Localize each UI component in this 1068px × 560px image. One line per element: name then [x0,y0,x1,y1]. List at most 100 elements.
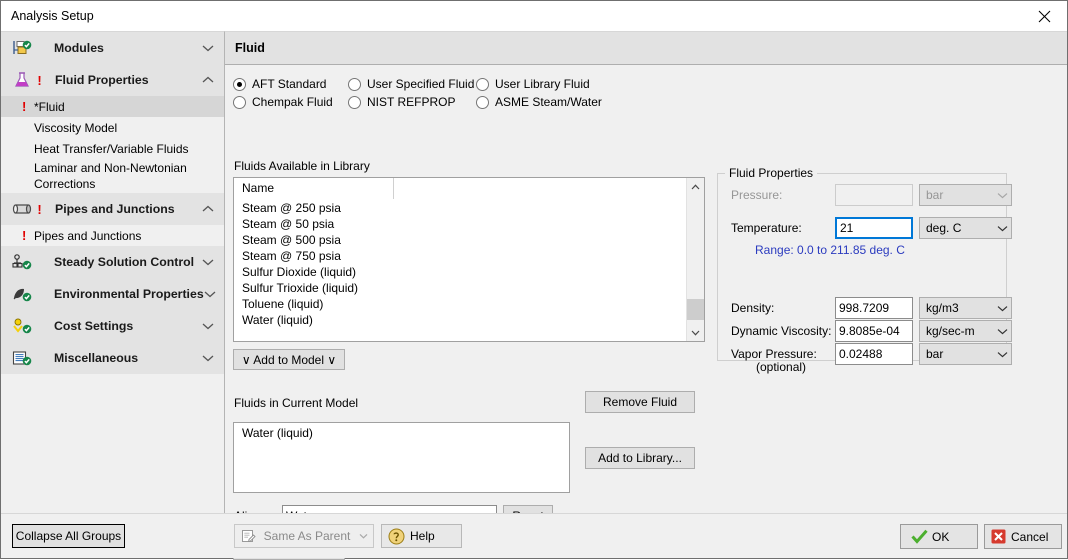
temperature-input[interactable]: 21 [835,217,913,239]
same-as-parent-value: Same As Parent [263,529,351,543]
list-item[interactable]: Steam @ 250 psia [234,200,686,216]
sidebar-group-miscellaneous[interactable]: Miscellaneous [1,342,224,374]
vapor-pressure-input[interactable]: 0.02488 [835,343,913,365]
radio-circle [476,95,489,109]
help-button[interactable]: Help [381,524,462,548]
sidebar-item-fluid[interactable]: ! *Fluid [1,96,224,117]
radio-label: User Specified Fluid [367,77,475,91]
dialog-body: Modules ! Fluid Properties ! *Fluid Visc… [1,31,1067,560]
chevron-down-icon[interactable] [202,258,216,266]
sidebar-item-heat-transfer[interactable]: Heat Transfer/Variable Fluids [1,138,224,159]
fluids-list-rows: Steam @ 250 psia Steam @ 50 psia Steam @… [234,200,686,328]
help-icon [382,528,410,545]
sidebar-group-steady-solution-control[interactable]: Steady Solution Control [1,246,224,278]
list-item[interactable]: Toluene (liquid) [234,296,686,312]
chevron-down-icon[interactable] [993,351,1011,358]
dynamic-viscosity-row: Dynamic Viscosity: 9.8085e-04 kg/sec-m [731,320,1012,342]
radio-asme-steam-water[interactable]: ASME Steam/Water [476,95,602,109]
edit-note-icon [235,529,261,544]
panel-title: Fluid [235,41,265,55]
sidebar-group-modules[interactable]: Modules [1,32,224,64]
chevron-down-icon[interactable] [993,328,1011,335]
fluids-in-current-model-list[interactable]: Water (liquid) [233,422,570,493]
fluids-list-inner: Name Steam @ 250 psia Steam @ 50 psia St… [234,178,686,341]
list-item[interactable]: Sulfur Dioxide (liquid) [234,264,686,280]
leaf-icon [11,284,33,304]
radio-label: NIST REFPROP [367,95,456,109]
add-to-model-button[interactable]: ∨ Add to Model ∨ [233,349,345,370]
add-to-library-button[interactable]: Add to Library... [585,447,695,469]
same-as-parent-select[interactable]: Same As Parent [234,524,374,548]
solution-control-icon [11,252,33,272]
cancel-label: Cancel [1011,529,1049,544]
chevron-down-icon[interactable] [353,533,373,539]
list-item[interactable]: Water (liquid) [234,312,686,328]
chevron-down-icon[interactable] [993,305,1011,312]
ok-button[interactable]: OK [900,524,978,549]
sidebar-item-laminar-corrections[interactable]: Laminar and Non-Newtonian Corrections [1,159,224,193]
fluids-available-list[interactable]: Name Steam @ 250 psia Steam @ 50 psia St… [233,177,705,342]
analysis-setup-dialog: Analysis Setup Modules ! Fluid Propertie… [0,0,1068,560]
list-item[interactable]: Steam @ 750 psia [234,248,686,264]
list-item[interactable]: Sulfur Trioxide (liquid) [234,280,686,296]
radio-circle [348,77,361,91]
temperature-unit-value: deg. C [926,221,962,235]
sidebar-group-label: Pipes and Junctions [55,202,175,216]
temperature-range-text: Range: 0.0 to 211.85 deg. C [755,243,905,257]
dynamic-viscosity-unit-select[interactable]: kg/sec-m [919,320,1012,342]
sidebar-item-label: Laminar and Non-Newtonian Corrections [34,161,187,191]
radio-nist-refprop[interactable]: NIST REFPROP [348,95,476,109]
cost-icon [11,316,33,336]
chevron-up-icon[interactable] [202,76,216,84]
sidebar-group-label: Environmental Properties [54,287,204,301]
temperature-unit-select[interactable]: deg. C [919,217,1012,239]
scrollbar-thumb[interactable] [687,299,704,320]
sidebar-item-pipes-and-junctions[interactable]: ! Pipes and Junctions [1,225,224,246]
radio-user-specified-fluid[interactable]: User Specified Fluid [348,77,476,91]
radio-chempak-fluid[interactable]: Chempak Fluid [233,95,348,109]
pressure-unit-select: bar [919,184,1012,206]
list-scrollbar[interactable] [686,178,704,341]
sidebar-empty-space [1,374,224,513]
sidebar-group-pipes-and-junctions[interactable]: ! Pipes and Junctions [1,193,224,225]
chevron-down-icon[interactable] [204,290,216,298]
warning-icon: ! [22,99,27,114]
radio-user-library-fluid[interactable]: User Library Fluid [476,77,590,91]
sidebar-item-label: Heat Transfer/Variable Fluids [34,141,189,156]
density-unit-select[interactable]: kg/m3 [919,297,1012,319]
list-item[interactable]: Steam @ 500 psia [234,232,686,248]
collapse-all-groups-button[interactable]: Collapse All Groups [12,524,125,548]
dynamic-viscosity-input[interactable]: 9.8085e-04 [835,320,913,342]
dynamic-viscosity-unit-value: kg/sec-m [926,324,975,338]
sidebar-item-viscosity-model[interactable]: Viscosity Model [1,117,224,138]
density-input[interactable]: 998.7209 [835,297,913,319]
temperature-row: Temperature: 21 deg. C [731,217,1012,239]
close-icon[interactable] [1021,1,1067,31]
scroll-up-icon[interactable] [687,178,704,195]
vapor-pressure-unit-select[interactable]: bar [919,343,1012,365]
scroll-down-icon[interactable] [687,324,704,341]
panel-header: Fluid [225,32,1067,65]
remove-fluid-button[interactable]: Remove Fluid [585,391,695,413]
sidebar-group-environmental-properties[interactable]: Environmental Properties [1,278,224,310]
list-item[interactable]: Water (liquid) [234,423,569,442]
radio-label: Chempak Fluid [252,95,333,109]
warning-icon: ! [37,201,42,217]
column-header-name: Name [234,178,394,199]
cancel-button[interactable]: Cancel [984,524,1062,549]
library-label: Fluids Available in Library [234,159,370,173]
list-item[interactable]: Steam @ 50 psia [234,216,686,232]
radio-circle [233,77,246,91]
density-row: Density: 998.7209 kg/m3 [731,297,1012,319]
cancel-x-icon [985,529,1011,544]
chevron-down-icon[interactable] [202,44,216,52]
chevron-up-icon[interactable] [202,205,216,213]
sidebar-group-fluid-properties[interactable]: ! Fluid Properties [1,64,224,96]
panel-body: AFT Standard User Specified Fluid User L… [225,65,1067,560]
chevron-down-icon[interactable] [202,322,216,330]
chevron-down-icon[interactable] [993,225,1011,232]
sidebar-group-cost-settings[interactable]: Cost Settings [1,310,224,342]
density-unit-value: kg/m3 [926,301,959,315]
chevron-down-icon[interactable] [202,354,216,362]
radio-aft-standard[interactable]: AFT Standard [233,77,348,91]
